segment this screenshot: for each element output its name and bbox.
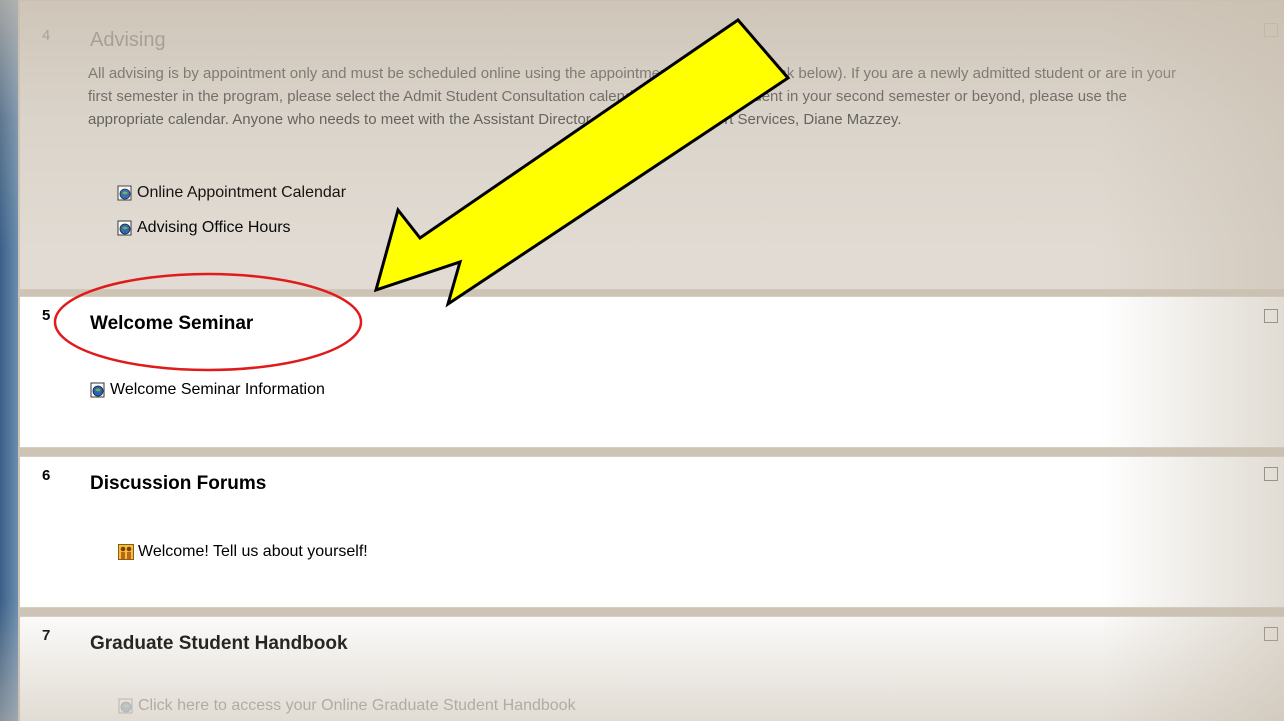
section-checkbox[interactable]: [1264, 627, 1278, 641]
section-checkbox[interactable]: [1264, 309, 1278, 323]
left-window-edge: [0, 0, 18, 721]
section-title: Advising: [90, 29, 166, 51]
link-online-graduate-student-handbook[interactable]: Click here to access your Online Graduat…: [118, 697, 576, 715]
section-checkbox[interactable]: [1264, 467, 1278, 481]
link-label: Advising Office Hours: [137, 219, 291, 236]
section-title: Graduate Student Handbook: [90, 633, 348, 654]
link-online-appointment-calendar[interactable]: Online Appointment Calendar: [117, 184, 346, 202]
section-title: Welcome Seminar: [90, 313, 254, 334]
link-label: Welcome Seminar Information: [110, 381, 325, 398]
section-discussion-forums: 6 Discussion Forums Welcome! Tell us abo…: [20, 456, 1284, 608]
link-label: Click here to access your Online Graduat…: [138, 697, 576, 714]
globe-page-icon: [90, 382, 105, 398]
globe-page-icon: [117, 220, 132, 236]
globe-page-icon: [117, 185, 132, 201]
link-label: Welcome! Tell us about yourself!: [138, 543, 368, 560]
advising-description: All advising is by appointment only and …: [88, 65, 1177, 128]
section-graduate-student-handbook: 7 Graduate Student Handbook Click here t…: [20, 616, 1284, 721]
section-checkbox[interactable]: [1264, 23, 1278, 37]
globe-page-icon: [118, 698, 133, 714]
forum-people-icon: [118, 544, 134, 560]
link-label: Online Appointment Calendar: [137, 184, 347, 201]
section-number: 7: [42, 627, 51, 644]
section-number: 6: [42, 467, 51, 484]
section-title: Discussion Forums: [90, 473, 267, 494]
section-welcome-seminar: 5 Welcome Seminar Welcome Seminar Inform…: [20, 296, 1284, 448]
link-welcome-tell-us[interactable]: Welcome! Tell us about yourself!: [118, 543, 368, 561]
link-advising-office-hours[interactable]: Advising Office Hours: [117, 219, 291, 237]
section-advising: 4 Advising: [20, 0, 1284, 290]
link-welcome-seminar-information[interactable]: Welcome Seminar Information: [90, 381, 325, 399]
section-number: 5: [42, 307, 51, 324]
section-number: 4: [42, 27, 51, 44]
